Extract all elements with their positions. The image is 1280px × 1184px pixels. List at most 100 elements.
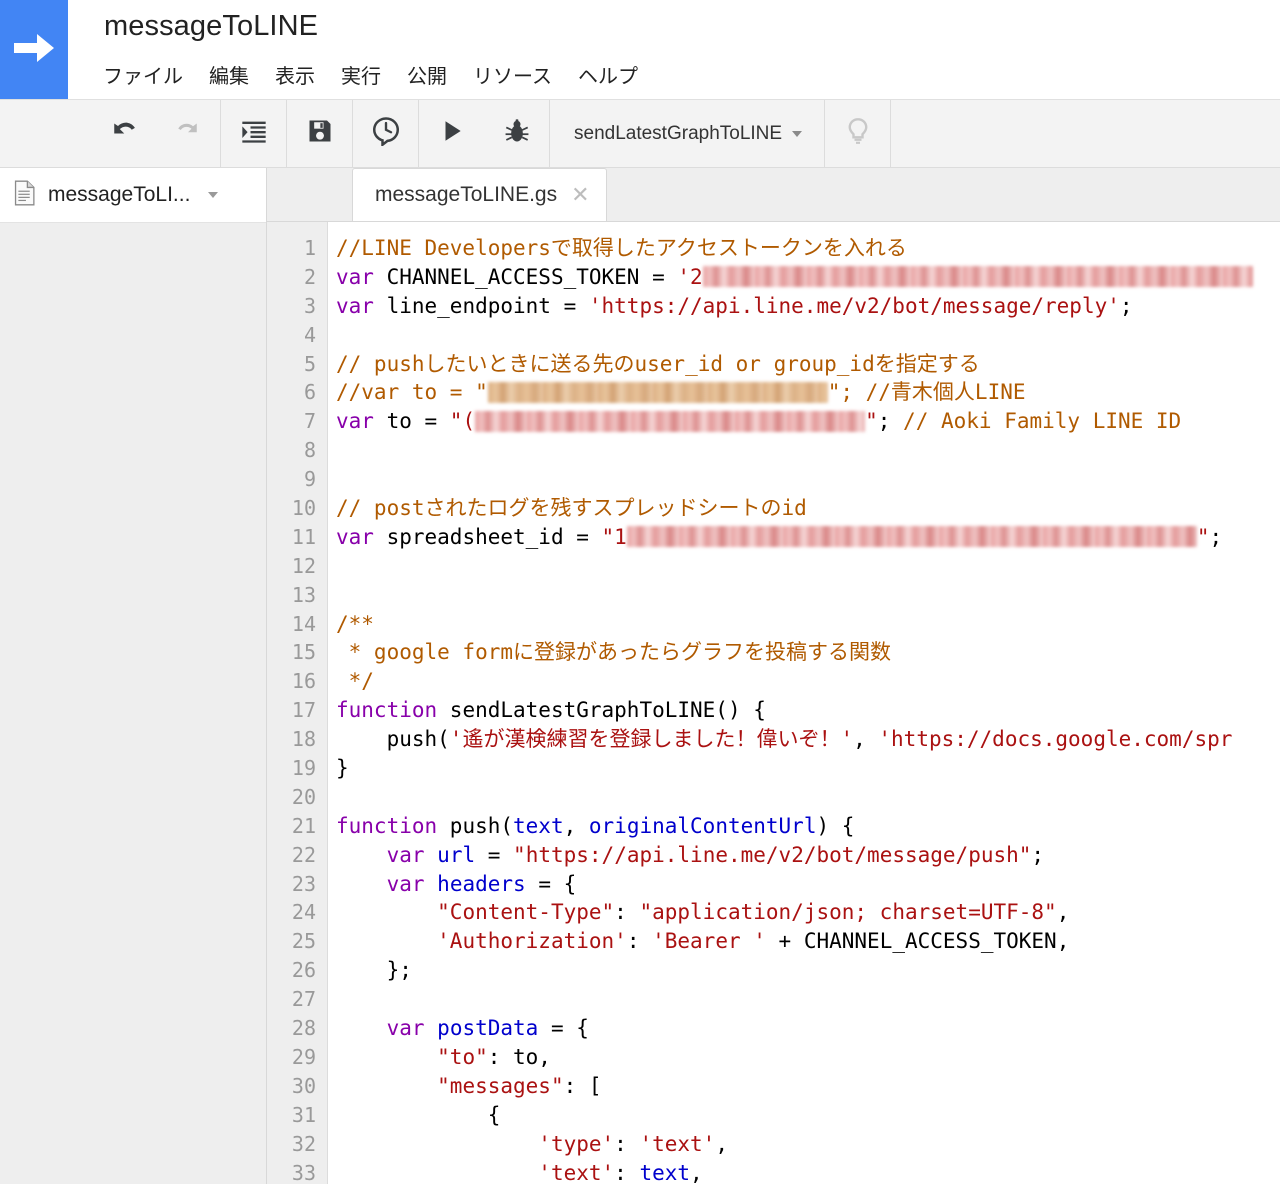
code-line[interactable]: "Content-Type": "application/json; chars… bbox=[336, 898, 1280, 927]
code-token: text bbox=[513, 814, 564, 838]
code-line[interactable]: }; bbox=[336, 956, 1280, 985]
redacted-value bbox=[488, 382, 828, 403]
redo-icon bbox=[173, 116, 203, 151]
code-token: '遙が漢検練習を登録しました！偉いぞ！' bbox=[450, 727, 853, 751]
code-token: + CHANNEL_ACCESS_TOKEN, bbox=[766, 929, 1069, 953]
code-line[interactable]: */ bbox=[336, 667, 1280, 696]
debug-bug-icon bbox=[503, 117, 531, 150]
code-line[interactable] bbox=[336, 465, 1280, 494]
toolbar-group-history-clock bbox=[353, 100, 419, 167]
function-selector[interactable]: sendLatestGraphToLINE bbox=[550, 100, 825, 167]
debug-button[interactable] bbox=[484, 100, 549, 167]
code-line[interactable]: function sendLatestGraphToLINE() { bbox=[336, 696, 1280, 725]
code-token bbox=[336, 843, 387, 867]
code-token: : bbox=[614, 1161, 639, 1184]
code-token: // pushしたいときに送る先のuser_id or group_idを指定す… bbox=[336, 352, 980, 376]
redo-button[interactable] bbox=[155, 100, 220, 167]
version-history-button[interactable] bbox=[353, 100, 418, 167]
code-token: " bbox=[865, 409, 878, 433]
code-token: , bbox=[564, 814, 589, 838]
line-number: 10 bbox=[267, 494, 327, 523]
code-line[interactable] bbox=[336, 552, 1280, 581]
sidebar-item-file[interactable]: messageToLI... bbox=[0, 168, 266, 223]
workspace: messageToLI... messageToLINE.gs ✕ 123456… bbox=[0, 168, 1280, 1184]
code-line[interactable] bbox=[336, 985, 1280, 1014]
code-token: "Content-Type" bbox=[437, 900, 614, 924]
code-token: /** bbox=[336, 612, 374, 636]
menu-item-view[interactable]: 表示 bbox=[275, 60, 328, 89]
code-token: : bbox=[614, 900, 639, 924]
code-line[interactable]: var line_endpoint = 'https://api.line.me… bbox=[336, 292, 1280, 321]
code-line[interactable] bbox=[336, 783, 1280, 812]
code-token bbox=[336, 1045, 437, 1069]
chevron-down-icon[interactable] bbox=[208, 192, 218, 198]
line-number: 3 bbox=[267, 292, 327, 321]
code-line[interactable]: var to = "("; // Aoki Family LINE ID bbox=[336, 407, 1280, 436]
toolbar-trailing-space bbox=[891, 100, 1280, 167]
menu-item-publish[interactable]: 公開 bbox=[407, 60, 460, 89]
code-line[interactable]: //LINE Developersで取得したアクセストークンを入れる bbox=[336, 234, 1280, 263]
code-token: = { bbox=[526, 872, 577, 896]
line-number: 15 bbox=[267, 638, 327, 667]
code-line[interactable]: var url = "https://api.line.me/v2/bot/me… bbox=[336, 841, 1280, 870]
code-line[interactable] bbox=[336, 436, 1280, 465]
menu-item-resources[interactable]: リソース bbox=[473, 60, 565, 89]
code-line[interactable]: } bbox=[336, 754, 1280, 783]
close-x-icon[interactable]: ✕ bbox=[571, 184, 589, 206]
code-line[interactable]: // pushしたいときに送る先のuser_id or group_idを指定す… bbox=[336, 350, 1280, 379]
code-token: ; bbox=[1031, 843, 1044, 867]
hint-button[interactable] bbox=[825, 100, 890, 167]
code-line[interactable]: var spreadsheet_id = "1"; bbox=[336, 523, 1280, 552]
save-button[interactable] bbox=[287, 100, 352, 167]
code-token: var bbox=[387, 1016, 425, 1040]
code-line[interactable] bbox=[336, 581, 1280, 610]
tab-messagetoline-gs[interactable]: messageToLINE.gs ✕ bbox=[352, 168, 607, 221]
code-line[interactable]: 'Authorization': 'Bearer ' + CHANNEL_ACC… bbox=[336, 927, 1280, 956]
line-number: 14 bbox=[267, 610, 327, 639]
menu-item-file[interactable]: ファイル bbox=[103, 60, 196, 89]
function-selector-button[interactable]: sendLatestGraphToLINE bbox=[550, 100, 824, 167]
line-number: 21 bbox=[267, 812, 327, 841]
code-line[interactable]: 'type': 'text', bbox=[336, 1130, 1280, 1159]
code-token: push( bbox=[336, 727, 450, 751]
code-line[interactable]: // postされたログを残すスプレッドシートのid bbox=[336, 494, 1280, 523]
code-token: var bbox=[336, 525, 374, 549]
code-line[interactable]: var headers = { bbox=[336, 870, 1280, 899]
menu-item-help[interactable]: ヘルプ bbox=[578, 60, 638, 89]
code-line[interactable]: * google formに登録があったらグラフを投稿する関数 bbox=[336, 638, 1280, 667]
code-line[interactable]: /** bbox=[336, 610, 1280, 639]
code-line[interactable]: function push(text, originalContentUrl) … bbox=[336, 812, 1280, 841]
code-token: var bbox=[336, 294, 374, 318]
code-token bbox=[425, 843, 438, 867]
code-token: line_endpoint = bbox=[374, 294, 589, 318]
code-line[interactable] bbox=[336, 321, 1280, 350]
code-token: headers bbox=[437, 872, 526, 896]
line-number: 29 bbox=[267, 1043, 327, 1072]
code-line[interactable]: push('遙が漢検練習を登録しました！偉いぞ！', 'https://docs… bbox=[336, 725, 1280, 754]
run-button[interactable] bbox=[419, 100, 484, 167]
code-token: to = bbox=[374, 409, 450, 433]
code-token: "; //青木個人LINE bbox=[828, 380, 1026, 404]
code-token: function bbox=[336, 698, 437, 722]
code-editor[interactable]: 1234567891011121314151617181920212223242… bbox=[267, 222, 1280, 1184]
code-content[interactable]: //LINE Developersで取得したアクセストークンを入れるvar CH… bbox=[328, 222, 1280, 1184]
code-line[interactable]: { bbox=[336, 1101, 1280, 1130]
indent-button[interactable] bbox=[221, 100, 286, 167]
code-line[interactable]: 'text': text, bbox=[336, 1159, 1280, 1184]
line-number: 12 bbox=[267, 552, 327, 581]
undo-button[interactable] bbox=[90, 100, 155, 167]
code-token: , bbox=[690, 1161, 703, 1184]
code-line[interactable]: "to": to, bbox=[336, 1043, 1280, 1072]
menu-item-run[interactable]: 実行 bbox=[341, 60, 394, 89]
line-number: 30 bbox=[267, 1072, 327, 1101]
code-line[interactable]: "messages": [ bbox=[336, 1072, 1280, 1101]
menu-item-edit[interactable]: 編集 bbox=[209, 60, 262, 89]
code-line[interactable]: var CHANNEL_ACCESS_TOKEN = '2 bbox=[336, 263, 1280, 292]
code-line[interactable]: var postData = { bbox=[336, 1014, 1280, 1043]
toolbar-group-history bbox=[90, 100, 221, 167]
code-token bbox=[425, 872, 438, 896]
page-title[interactable]: messageToLINE bbox=[104, 10, 318, 43]
line-number: 1 bbox=[267, 234, 327, 263]
code-token: function bbox=[336, 814, 437, 838]
code-line[interactable]: //var to = ""; //青木個人LINE bbox=[336, 378, 1280, 407]
